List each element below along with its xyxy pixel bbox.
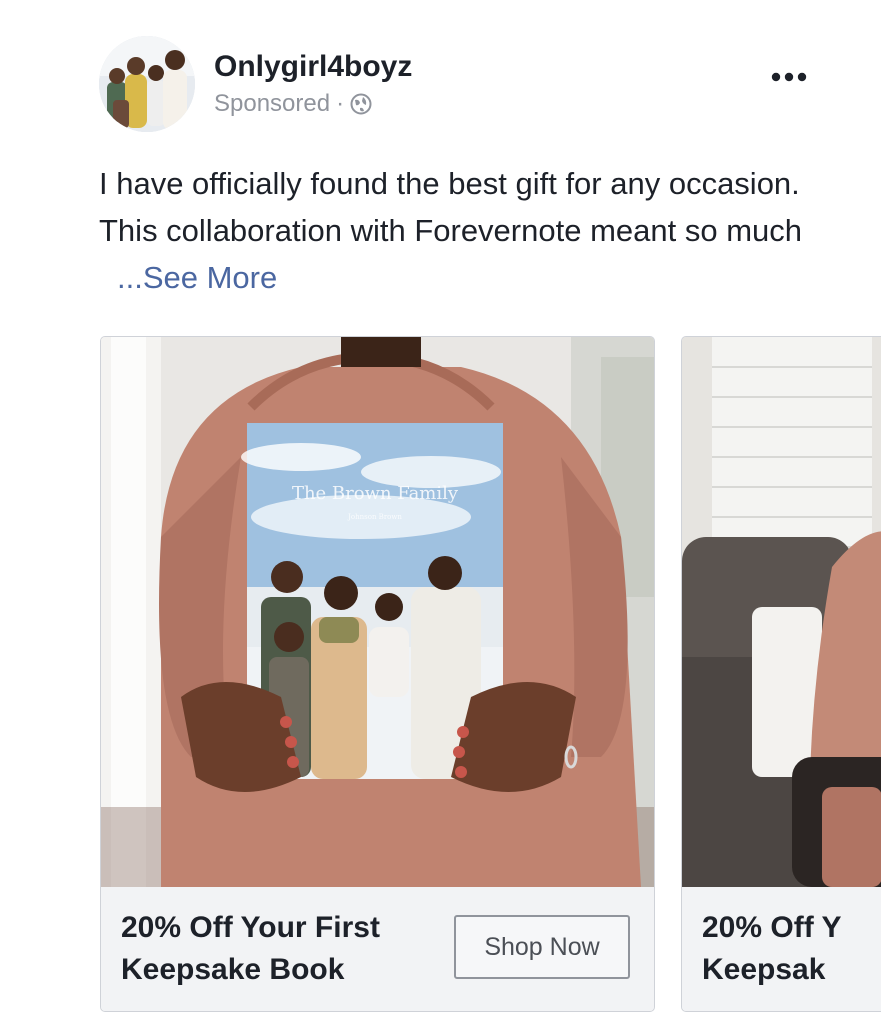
more-options-button[interactable]	[762, 62, 816, 92]
avatar-family-photo	[99, 36, 195, 132]
shop-now-button[interactable]: Shop Now	[454, 915, 630, 979]
card-headline-next-line2: Keepsak	[702, 953, 826, 986]
card-headline-line1: 20% Off Your First	[121, 911, 380, 944]
card-headline-next[interactable]: 20% Off Y Keepsak	[702, 907, 881, 991]
post-caption: I have officially found the best gift fo…	[99, 160, 839, 301]
card-headline[interactable]: 20% Off Your First Keepsake Book	[121, 907, 441, 991]
book-subtitle: Johnson Brown	[347, 513, 402, 521]
sponsored-post: Onlygirl4boyz Sponsored · I have officia…	[0, 0, 881, 1024]
carousel-card-next[interactable]: 20% Off Y Keepsak	[681, 336, 881, 1012]
card-headline-line2: Keepsake Book	[121, 953, 345, 986]
sponsored-label[interactable]: Sponsored	[214, 90, 330, 118]
sponsored-meta: Sponsored ·	[214, 90, 372, 118]
card-footer-next: 20% Off Y Keepsak	[682, 887, 881, 1011]
caption-text: I have officially found the best gift fo…	[99, 166, 802, 248]
page-name[interactable]: Onlygirl4boyz	[214, 50, 412, 84]
carousel-card[interactable]: The Brown Family Johnson Brown 20% Off Y…	[100, 336, 655, 1012]
card-headline-next-line1: 20% Off Y	[702, 911, 842, 944]
book-title: The Brown Family	[292, 483, 459, 504]
card-image[interactable]: The Brown Family Johnson Brown	[101, 337, 654, 887]
meta-separator: ·	[336, 90, 345, 117]
card-image-next[interactable]	[682, 337, 881, 887]
see-more-link[interactable]: ...See More	[117, 260, 277, 295]
globe-icon	[350, 93, 372, 115]
card-footer: 20% Off Your First Keepsake Book Shop No…	[101, 887, 654, 1011]
page-avatar[interactable]	[99, 36, 195, 132]
more-options-icon	[771, 72, 807, 82]
